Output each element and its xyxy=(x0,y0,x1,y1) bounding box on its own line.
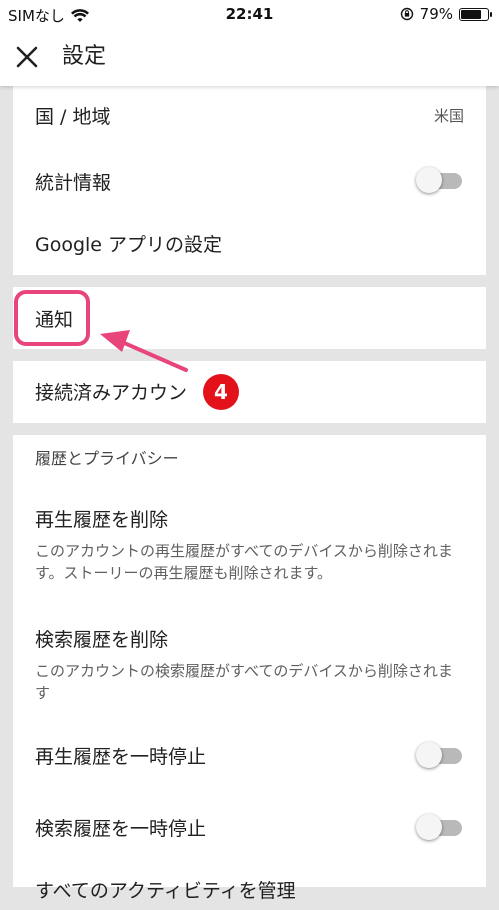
history-privacy-card: 履歴とプライバシー 再生履歴を削除 このアカウントの再生履歴がすべてのデバイスか… xyxy=(13,435,486,902)
toggle-knob xyxy=(416,814,442,840)
pause-search-history-row[interactable]: 検索履歴を一時停止 xyxy=(13,790,486,860)
google-app-settings-label: Google アプリの設定 xyxy=(35,234,223,256)
step-number-badge: 4 xyxy=(203,374,239,410)
country-region-value: 米国 xyxy=(433,107,464,125)
clear-search-history-row[interactable]: 検索履歴を削除 このアカウントの検索履歴がすべてのデバイスから削除されます xyxy=(13,610,486,710)
statistics-row[interactable]: 統計情報 xyxy=(13,148,486,212)
status-right: 79% xyxy=(400,5,492,23)
connected-accounts-card: 接続済みアカウン xyxy=(13,361,486,423)
battery-icon xyxy=(459,7,492,21)
page-title: 設定 xyxy=(62,44,107,69)
battery-percent: 79% xyxy=(419,5,453,23)
manage-all-activity-label: すべてのアクティビティを管理 xyxy=(35,880,296,902)
battery-fill xyxy=(461,9,481,19)
close-icon[interactable] xyxy=(14,44,40,70)
pause-watch-history-toggle[interactable] xyxy=(416,742,464,768)
google-app-settings-row[interactable]: Google アプリの設定 xyxy=(13,212,486,275)
connected-accounts-label: 接続済みアカウン xyxy=(35,382,188,404)
pause-watch-history-row[interactable]: 再生履歴を一時停止 xyxy=(13,720,486,790)
pause-watch-history-label: 再生履歴を一時停止 xyxy=(35,746,207,768)
country-region-label: 国 / 地域 xyxy=(35,106,111,128)
pause-search-history-toggle[interactable] xyxy=(416,814,464,840)
status-bar: SIMなし 22:41 79% xyxy=(0,0,499,30)
notifications-highlight-box xyxy=(14,290,90,346)
clear-search-history-label: 検索履歴を削除 xyxy=(35,629,169,651)
orientation-lock-icon xyxy=(400,7,413,21)
clear-watch-history-description: このアカウントの再生履歴がすべてのデバイスから削除されます。ストーリーの再生履歴… xyxy=(35,542,453,582)
clear-watch-history-row[interactable]: 再生履歴を削除 このアカウントの再生履歴がすべてのデバイスから削除されます。スト… xyxy=(13,490,486,590)
country-region-row[interactable]: 国 / 地域 米国 xyxy=(13,80,486,148)
general-settings-card: 国 / 地域 米国 統計情報 Google アプリの設定 xyxy=(13,80,486,275)
statistics-toggle[interactable] xyxy=(416,167,464,193)
clear-watch-history-label: 再生履歴を削除 xyxy=(35,509,169,531)
toggle-knob xyxy=(416,742,442,768)
manage-all-activity-row[interactable]: すべてのアクティビティを管理 xyxy=(13,860,486,910)
pause-search-history-label: 検索履歴を一時停止 xyxy=(35,818,207,840)
app-bar: 設定 xyxy=(0,30,499,86)
clear-search-history-description: このアカウントの検索履歴がすべてのデバイスから削除されます xyxy=(35,662,453,702)
statistics-label: 統計情報 xyxy=(35,172,112,194)
toggle-knob xyxy=(416,167,442,193)
connected-accounts-row[interactable]: 接続済みアカウン xyxy=(13,361,486,423)
history-privacy-header: 履歴とプライバシー xyxy=(35,449,179,468)
